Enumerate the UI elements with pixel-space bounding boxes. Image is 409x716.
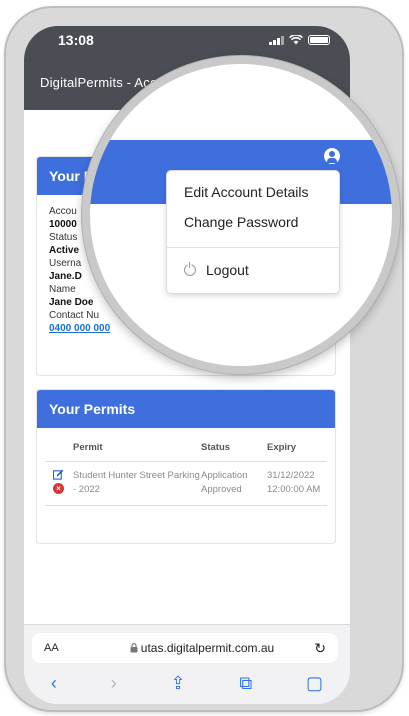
bookmarks-icon[interactable]: ⧉	[239, 673, 252, 694]
permits-table: Permit Status Expiry × Student Hunter St…	[37, 428, 335, 506]
col-expiry: Expiry	[267, 442, 297, 453]
logout-menu-item[interactable]: Logout	[184, 262, 249, 278]
permit-status: Application Approved	[201, 470, 248, 495]
status-icons	[269, 35, 330, 45]
power-icon	[184, 262, 196, 276]
address-bar[interactable]: AA utas.digitalpermit.com.au ↻	[32, 633, 338, 663]
edit-icon[interactable]	[53, 469, 64, 480]
magnifier-callout: Edit Account Details Change Password Log…	[82, 56, 400, 374]
remove-icon[interactable]: ×	[53, 483, 64, 494]
change-password-menu-item[interactable]: Change Password	[184, 214, 298, 230]
reload-icon[interactable]: ↻	[310, 640, 326, 657]
permits-card: Your Permits Permit Status Expiry × Stud…	[36, 389, 336, 544]
signal-icon	[269, 35, 284, 45]
permits-heading: Your Permits	[37, 390, 335, 428]
logout-label: Logout	[206, 262, 249, 278]
tabs-icon[interactable]: ▢	[306, 673, 323, 694]
col-status: Status	[201, 442, 231, 453]
col-permit: Permit	[73, 442, 103, 453]
lock-icon	[130, 643, 138, 653]
account-dropdown: Edit Account Details Change Password Log…	[166, 170, 340, 294]
url-text: utas.digitalpermit.com.au	[94, 641, 310, 655]
browser-nav: ‹ › ⇪ ⧉ ▢	[24, 669, 350, 697]
user-circle-icon[interactable]	[324, 148, 340, 164]
forward-icon[interactable]: ›	[111, 673, 117, 694]
share-icon[interactable]: ⇪	[170, 673, 185, 694]
status-time: 13:08	[58, 32, 94, 48]
table-row: × Student Hunter Street Parking - 2022 A…	[45, 462, 327, 506]
text-size-button[interactable]: AA	[44, 642, 94, 654]
browser-toolbar: AA utas.digitalpermit.com.au ↻ ‹ › ⇪ ⧉ ▢	[24, 624, 350, 704]
table-header: Permit Status Expiry	[45, 434, 327, 462]
menu-divider	[167, 247, 339, 248]
permit-name: Student Hunter Street Parking - 2022	[73, 470, 200, 495]
battery-icon	[308, 35, 330, 45]
back-icon[interactable]: ‹	[51, 673, 57, 694]
permit-expiry: 31/12/2022 12:00:00 AM	[267, 470, 321, 495]
wifi-icon	[289, 35, 303, 45]
edit-account-menu-item[interactable]: Edit Account Details	[184, 184, 309, 200]
url-value: utas.digitalpermit.com.au	[140, 641, 275, 655]
